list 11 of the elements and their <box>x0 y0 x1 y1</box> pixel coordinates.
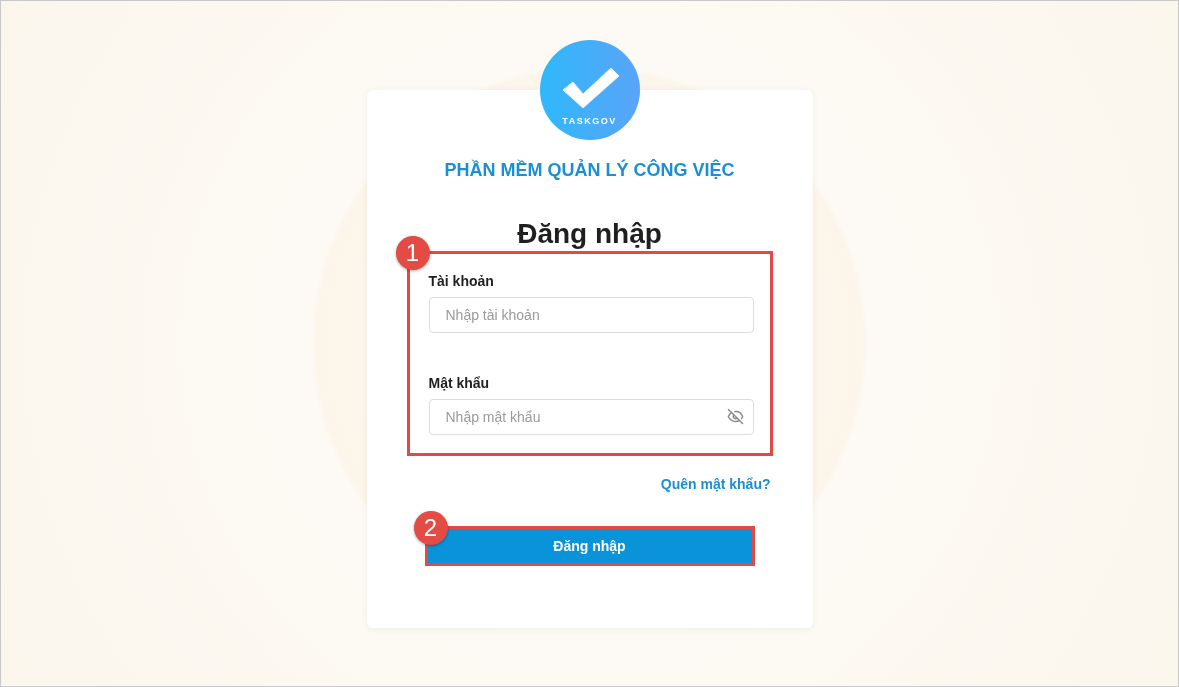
app-title: PHẦN MỀM QUẢN LÝ CÔNG VIỆC <box>444 160 735 181</box>
login-heading: Đăng nhập <box>517 217 662 251</box>
step-badge: 1 <box>395 236 430 270</box>
step-badge: 2 <box>413 511 448 545</box>
input-field[interactable]: Nhập tài khoản <box>428 297 754 333</box>
eye-off-icon[interactable] <box>726 408 744 425</box>
logo-text: TASKGOV <box>562 116 617 126</box>
forgot-password-link[interactable]: Quên mật khẩu? <box>660 476 771 492</box>
password-field[interactable]: Nhập mật khẩu <box>428 399 754 435</box>
field-label: Tài khoản <box>428 273 495 289</box>
field-label: Mật khẩu <box>428 375 491 391</box>
